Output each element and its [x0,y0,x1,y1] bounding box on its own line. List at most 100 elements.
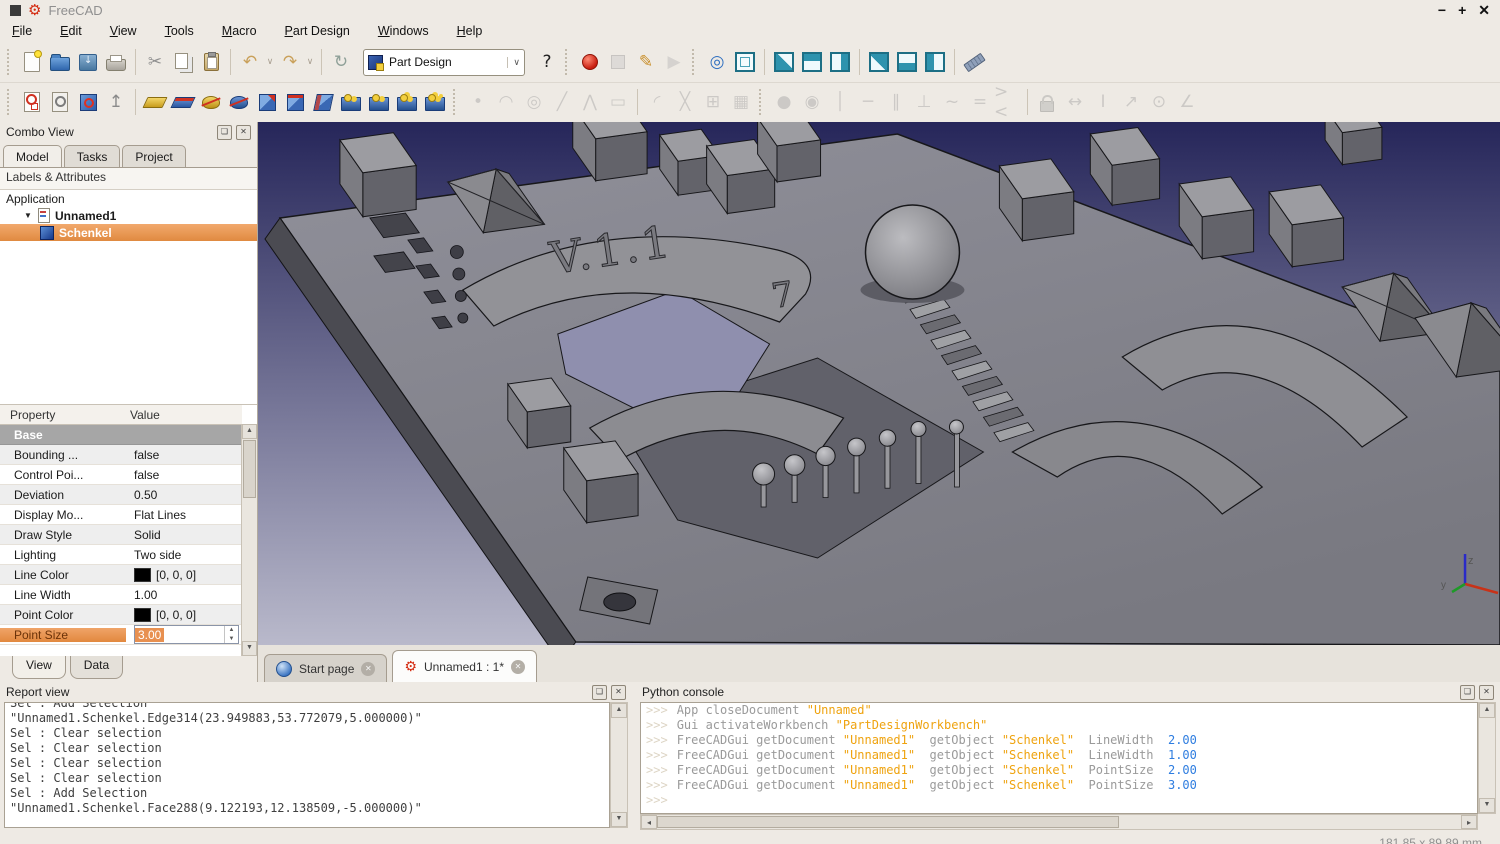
constraint-tangent-icon[interactable]: ~ [938,88,966,116]
spin-down-icon[interactable]: ▼ [225,635,238,644]
property-scrollbar[interactable]: ▲ ▼ [241,424,257,656]
property-name[interactable]: Line Color [0,568,126,582]
view-rear-icon[interactable] [865,48,893,76]
scroll-down-icon[interactable]: ▼ [1479,798,1495,813]
redo-icon[interactable]: ↷ [276,48,304,76]
python-console-log[interactable]: >>> App closeDocument "Unnamed" >>> Gui act… [640,702,1478,814]
close-button[interactable]: ✕ [1478,2,1490,19]
undo-icon[interactable]: ↶ [236,48,264,76]
mirrored-icon[interactable] [337,88,365,116]
view-sketch-icon[interactable] [46,88,74,116]
sketch-polyline-icon[interactable]: ⋀ [576,88,604,116]
dock-close-button[interactable]: ✕ [236,124,251,140]
property-row-point-color[interactable]: Point Color [0, 0, 0] [0,605,242,625]
measure-icon[interactable] [960,48,988,76]
constraint-angle-icon[interactable]: ∠ [1173,88,1201,116]
constraint-vertical-icon[interactable]: │ [826,88,854,116]
dock-float-button[interactable]: ❏ [217,124,232,140]
fillet-icon[interactable] [253,88,281,116]
report-view-log[interactable]: Sel : Add Selection "Unnamed1.Schenkel.Ed… [4,702,610,828]
cut-icon[interactable]: ✂ [141,48,169,76]
menu-tools[interactable]: Tools [165,24,194,38]
macro-execute-icon[interactable]: ▶ [660,48,688,76]
menu-edit[interactable]: Edit [60,24,82,38]
tab-close-icon[interactable]: ✕ [361,661,376,676]
property-name[interactable]: Display Mo... [0,508,126,522]
toolbar-grip[interactable] [759,89,766,115]
tab-project[interactable]: Project [122,145,186,167]
constraint-horizontal-icon[interactable]: ─ [854,88,882,116]
property-value[interactable]: false [126,468,242,482]
save-document-icon[interactable] [74,48,102,76]
constraint-coincident-icon[interactable]: ● [770,88,798,116]
toolbar-grip[interactable] [7,89,14,115]
property-row-line-width[interactable]: Line Width 1.00 [0,585,242,605]
sketch-arc-icon[interactable]: ◠ [492,88,520,116]
leave-sketch-icon[interactable]: ↥ [102,88,130,116]
copy-icon[interactable] [169,48,197,76]
scroll-down-icon[interactable]: ▼ [242,641,257,656]
property-name[interactable]: Control Poi... [0,468,126,482]
sketch-construction-mode-icon[interactable]: ▦ [727,88,755,116]
tree-item-unnamed1[interactable]: ▼ Unnamed1 [0,207,257,224]
new-sketch-icon[interactable] [18,88,46,116]
sketch-line-icon[interactable]: ╱ [548,88,576,116]
view-bottom-icon[interactable] [893,48,921,76]
minimize-button[interactable]: − [1438,2,1446,19]
menu-macro[interactable]: Macro [222,24,257,38]
workbench-selector[interactable]: Part Design ∨ [363,48,525,76]
property-group-base[interactable]: Base [0,425,242,445]
spin-up-icon[interactable]: ▲ [225,626,238,635]
property-name[interactable]: Bounding ... [0,448,126,462]
tab-close-icon[interactable]: ✕ [511,659,525,674]
toolbar-grip[interactable] [565,49,572,75]
constraint-perpendicular-icon[interactable]: ⊥ [910,88,938,116]
property-value[interactable]: Solid [126,528,242,542]
view-right-icon[interactable] [826,48,854,76]
report-scrollbar[interactable]: ▲ ▼ [610,702,628,828]
sketch-circle-icon[interactable]: ◎ [520,88,548,116]
3d-viewport[interactable]: V.1.1 7 z x y Start page✕⚙Unnamed1 : 1*✕ [258,122,1500,683]
constraint-radius-icon[interactable]: ⊙ [1145,88,1173,116]
scroll-up-icon[interactable]: ▲ [242,424,257,439]
macro-stop-icon[interactable] [604,48,632,76]
constraint-horizontal-distance-icon[interactable]: ↔ [1061,88,1089,116]
property-name[interactable]: Line Width [0,588,126,602]
view-top-icon[interactable] [798,48,826,76]
multi-transform-icon[interactable] [421,88,449,116]
property-column-header[interactable]: Property [0,405,122,424]
chamfer-icon[interactable] [281,88,309,116]
scroll-right-icon[interactable]: ▸ [1461,815,1477,829]
property-value[interactable]: false [126,448,242,462]
scroll-left-icon[interactable]: ◂ [641,815,657,829]
dock-float-button[interactable]: ❏ [592,684,607,700]
tab-tasks[interactable]: Tasks [63,145,121,167]
property-name[interactable]: Draw Style [0,528,126,542]
pad-icon[interactable] [141,88,169,116]
property-row-line-color[interactable]: Line Color [0, 0, 0] [0,565,242,585]
sketch-point-icon[interactable]: • [464,88,492,116]
property-name[interactable]: Point Color [0,608,126,622]
polar-pattern-icon[interactable] [393,88,421,116]
scroll-up-icon[interactable]: ▲ [611,703,627,718]
map-sketch-icon[interactable] [74,88,102,116]
constraint-symmetric-icon[interactable]: >< [994,82,1022,122]
macro-edit-icon[interactable]: ✎ [632,48,660,76]
menu-windows[interactable]: Windows [378,24,429,38]
dock-close-button[interactable]: ✕ [1479,684,1494,700]
property-value[interactable]: Two side [126,548,242,562]
view-axonometric-icon[interactable] [731,48,759,76]
property-row-control-poi[interactable]: Control Poi... false [0,465,242,485]
new-document-icon[interactable] [18,48,46,76]
constraint-parallel-icon[interactable]: ∥ [882,88,910,116]
property-name[interactable]: Lighting [0,548,126,562]
scroll-thumb[interactable] [243,440,256,498]
scroll-up-icon[interactable]: ▲ [1479,703,1495,718]
property-row-point-size[interactable]: Point Size 3.00 ▲ ▼ [0,625,242,645]
toolbar-grip[interactable] [692,49,699,75]
tree-item-application[interactable]: Application [0,190,257,207]
groove-icon[interactable] [225,88,253,116]
fit-all-icon[interactable]: ◎ [703,48,731,76]
revolution-icon[interactable] [197,88,225,116]
constraint-equal-icon[interactable]: = [966,88,994,116]
